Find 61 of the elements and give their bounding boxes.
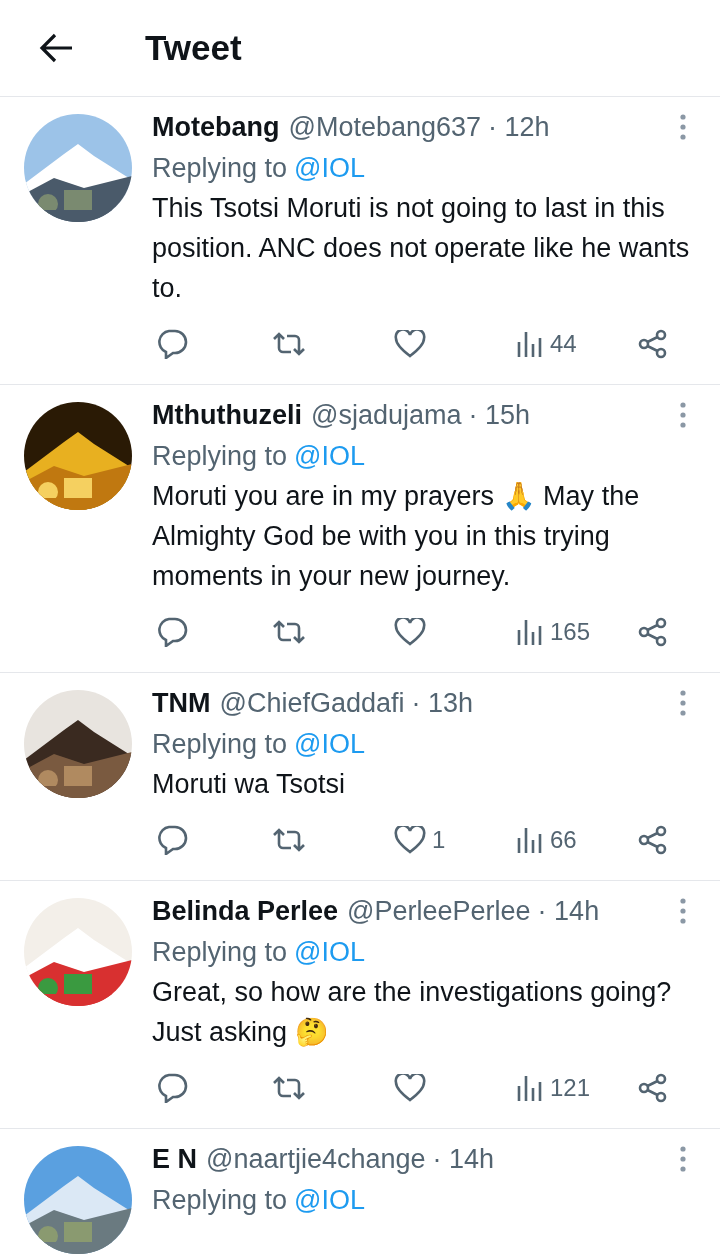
page-title: Tweet xyxy=(145,26,242,69)
share-icon[interactable] xyxy=(638,1073,668,1103)
more-icon[interactable] xyxy=(680,690,686,716)
view-count: 165 xyxy=(550,617,591,647)
bar-chart-icon[interactable] xyxy=(516,330,544,358)
author-name: E N xyxy=(152,1143,197,1176)
more-icon[interactable] xyxy=(680,402,686,428)
timestamp: · 13h xyxy=(411,687,474,720)
mention-link[interactable]: @IOL xyxy=(294,723,366,765)
bar-chart-icon[interactable] xyxy=(516,1074,544,1102)
author-name: Mthuthuzeli xyxy=(152,399,302,432)
more-icon[interactable] xyxy=(680,898,686,924)
reply-icon[interactable] xyxy=(156,329,188,359)
more-icon[interactable] xyxy=(680,1146,686,1172)
heart-icon[interactable] xyxy=(394,618,426,646)
user-handle: @PerleePerlee xyxy=(347,895,531,928)
view-count: 121 xyxy=(550,1073,591,1103)
timestamp: · 12h xyxy=(488,111,550,144)
bar-chart-icon[interactable] xyxy=(516,826,544,854)
retweet-icon[interactable] xyxy=(272,827,306,853)
tweet-text: Moruti wa Tsotsi xyxy=(152,768,347,801)
user-handle: @naartjie4change xyxy=(206,1143,426,1176)
tweet-text: This Tsotsi Moruti is not going to last in this position. ANC does not operate like he wants to. xyxy=(152,192,691,305)
reply-icon[interactable] xyxy=(156,825,188,855)
view-count: 44 xyxy=(550,329,577,359)
timestamp: · 14h xyxy=(432,1143,495,1176)
share-icon[interactable] xyxy=(638,329,668,359)
back-arrow-icon[interactable] xyxy=(38,32,74,64)
timestamp: · 14h xyxy=(537,895,600,928)
replying-label: Replying to xyxy=(152,1184,288,1217)
user-handle: @ChiefGaddafi xyxy=(219,687,405,720)
tweet-text: Great, so how are the investigations going? Just asking 🤔 xyxy=(152,976,673,1049)
replying-label: Replying to xyxy=(152,440,288,473)
replying-label: Replying to xyxy=(152,152,288,185)
mention-link[interactable]: @IOL xyxy=(294,931,366,973)
heart-icon[interactable] xyxy=(394,330,426,358)
reply-icon[interactable] xyxy=(156,1073,188,1103)
share-icon[interactable] xyxy=(638,617,668,647)
mention-link[interactable]: @IOL xyxy=(294,435,366,477)
retweet-icon[interactable] xyxy=(272,331,306,357)
retweet-icon[interactable] xyxy=(272,619,306,645)
retweet-icon[interactable] xyxy=(272,1075,306,1101)
author-name: Belinda Perlee xyxy=(152,895,339,928)
bar-chart-icon[interactable] xyxy=(516,618,544,646)
replying-label: Replying to xyxy=(152,728,288,761)
heart-icon[interactable] xyxy=(394,826,426,854)
share-icon[interactable] xyxy=(638,825,668,855)
like-count: 1 xyxy=(432,825,446,855)
mention-link[interactable]: @IOL xyxy=(294,1179,366,1221)
timestamp: · 15h xyxy=(468,399,530,432)
user-handle: @Motebang637 xyxy=(288,111,482,144)
user-handle: @sjadujama xyxy=(310,399,462,432)
author-name: Motebang xyxy=(152,111,280,144)
mention-link[interactable]: @IOL xyxy=(294,147,366,189)
heart-icon[interactable] xyxy=(394,1074,426,1102)
reply-icon[interactable] xyxy=(156,617,188,647)
author-name: TNM xyxy=(152,687,211,720)
tweet-text: Moruti you are in my prayers 🙏 May the Almighty God be with you in this trying moments in your new journey. xyxy=(152,480,641,593)
replying-label: Replying to xyxy=(152,936,288,969)
more-icon[interactable] xyxy=(680,114,686,140)
view-count: 66 xyxy=(550,825,577,855)
